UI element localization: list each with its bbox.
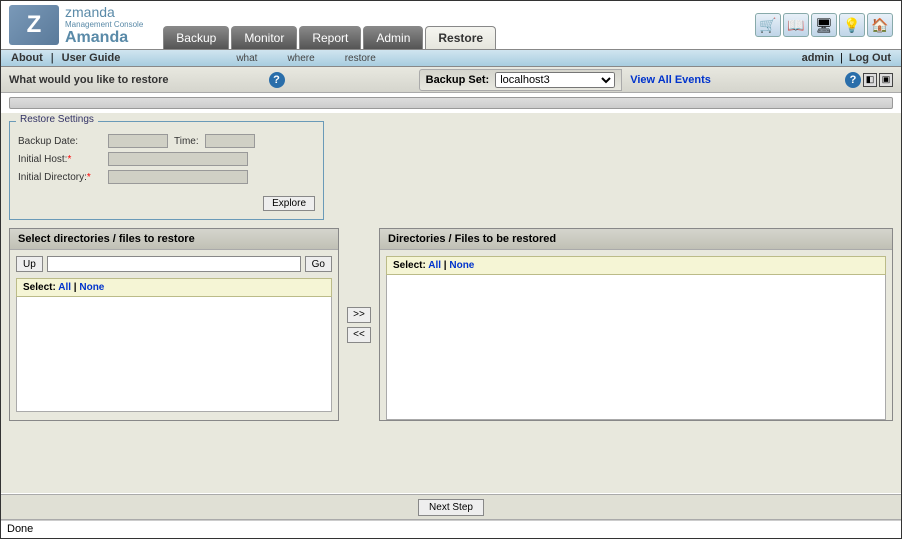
sublink-restore[interactable]: restore [345, 53, 376, 64]
initial-dir-label: Initial Directory:* [18, 172, 108, 183]
help-icon-2[interactable]: ? [845, 72, 861, 88]
window-icon-1[interactable]: ◧ [863, 73, 877, 87]
cart-icon[interactable]: 🛒 [755, 13, 781, 37]
subbrand-text: Management Console [65, 20, 143, 29]
tab-restore[interactable]: Restore [425, 26, 496, 49]
logout-link[interactable]: Log Out [849, 52, 891, 64]
restore-settings-fieldset: Restore Settings Backup Date: Time: Init… [9, 121, 324, 220]
initial-host-label: Initial Host:* [18, 154, 108, 165]
initial-dir-input[interactable] [108, 170, 248, 184]
right-select-all[interactable]: All [428, 260, 441, 271]
move-right-button[interactable]: >> [347, 307, 371, 323]
tab-admin[interactable]: Admin [363, 26, 423, 49]
admin-link[interactable]: admin [802, 52, 834, 64]
logo-icon [9, 5, 59, 45]
right-listbox[interactable] [386, 275, 886, 420]
book-icon[interactable]: 📖 [783, 13, 809, 37]
restore-files-header: Directories / Files to be restored [380, 229, 892, 250]
home-icon[interactable]: 🏠 [867, 13, 893, 37]
help-icon[interactable]: ? [269, 72, 285, 88]
page-title: What would you like to restore [9, 74, 169, 86]
brand-text: zmanda [65, 4, 143, 20]
logo: zmanda Management Console Amanda [9, 4, 143, 47]
up-button[interactable]: Up [16, 256, 43, 272]
monitor-icon[interactable]: 🖥 [811, 13, 837, 37]
time-label: Time: [174, 136, 199, 147]
about-link[interactable]: About [11, 52, 43, 64]
user-guide-link[interactable]: User Guide [62, 52, 121, 64]
brandbig-text: Amanda [65, 29, 143, 47]
tab-report[interactable]: Report [299, 26, 361, 49]
status-bar: Done [1, 520, 901, 538]
next-step-button[interactable]: Next Step [418, 499, 484, 516]
view-all-events-link[interactable]: View All Events [630, 74, 711, 86]
tab-backup[interactable]: Backup [163, 26, 229, 49]
restore-files-panel: Directories / Files to be restored Selec… [379, 228, 893, 421]
time-input[interactable] [205, 134, 255, 148]
initial-host-input[interactable] [108, 152, 248, 166]
left-select-bar: Select: All | None [16, 278, 332, 297]
right-select-bar: Select: All | None [386, 256, 886, 275]
path-input[interactable] [47, 256, 301, 272]
select-files-header: Select directories / files to restore [10, 229, 338, 250]
left-select-all[interactable]: All [58, 282, 71, 293]
backup-set-select[interactable]: localhost3 [495, 72, 615, 88]
progress-bar [9, 97, 893, 109]
sublink-what[interactable]: what [236, 53, 257, 64]
go-button[interactable]: Go [305, 256, 332, 272]
left-listbox[interactable] [16, 297, 332, 412]
backup-date-label: Backup Date: [18, 136, 108, 147]
backup-date-input[interactable] [108, 134, 168, 148]
sublink-where[interactable]: where [287, 53, 314, 64]
move-left-button[interactable]: << [347, 327, 371, 343]
backup-set-label: Backup Set: [426, 74, 490, 86]
support-icon[interactable]: 💡 [839, 13, 865, 37]
left-select-none[interactable]: None [79, 282, 104, 293]
tab-monitor[interactable]: Monitor [231, 26, 297, 49]
window-icon-2[interactable]: ▣ [879, 73, 893, 87]
explore-button[interactable]: Explore [263, 196, 315, 211]
select-files-panel: Select directories / files to restore Up… [9, 228, 339, 421]
restore-settings-legend: Restore Settings [16, 114, 98, 125]
right-select-none[interactable]: None [449, 260, 474, 271]
